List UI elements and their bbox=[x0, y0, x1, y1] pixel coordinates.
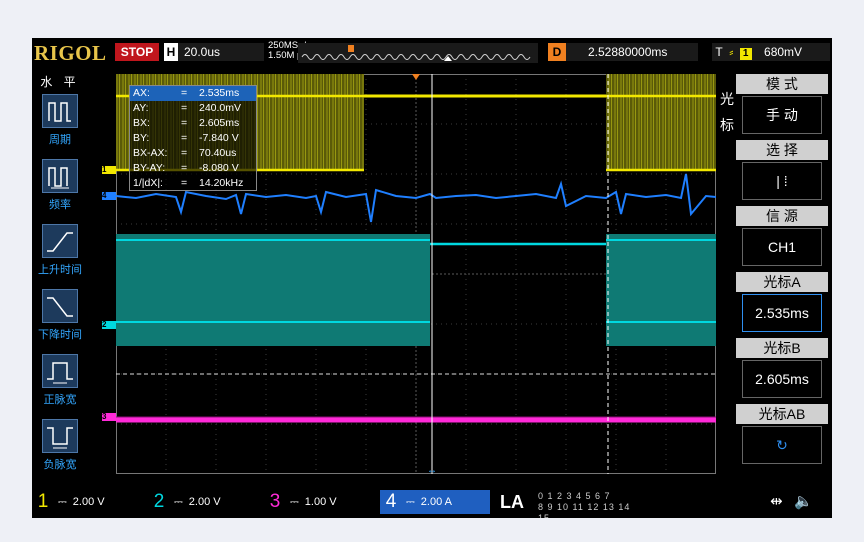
delay-box[interactable]: D 2.52880000ms bbox=[548, 43, 698, 61]
menu-select-value[interactable]: | ⁞ bbox=[742, 162, 822, 200]
channel-status-bar: 1 ⎓ 2.00 V 2 ⎓ 2.00 V 3 ⎓ 1.00 V 4 ⎓ 2.00 A LA 0… bbox=[32, 488, 832, 518]
ch4-status[interactable]: 4 ⎓ 2.00 A bbox=[380, 490, 490, 514]
menu-cursor-a[interactable]: 光标A 2.535ms bbox=[736, 272, 828, 332]
ch2-status[interactable]: 2 ⎓ 2.00 V bbox=[148, 490, 260, 514]
multipurpose-knob-icon: ↻ bbox=[776, 437, 788, 453]
trigger-level: 680mV bbox=[764, 45, 803, 59]
delay-value: 2.52880000ms bbox=[588, 45, 668, 59]
timebase-label: H bbox=[164, 43, 178, 61]
right-menu: 模 式 手 动 选 择 | ⁞ 信 源 CH1 光标A 2.535ms 光标B … bbox=[734, 74, 830, 474]
menu-select-header: 选 择 bbox=[736, 140, 828, 160]
menu-item-label: 下降时间 bbox=[38, 329, 82, 341]
menu-item-fall-time[interactable]: 下降时间 bbox=[32, 289, 88, 342]
ch3-status[interactable]: 3 ⎓ 1.00 V bbox=[264, 490, 376, 514]
menu-mode-value[interactable]: 手 动 bbox=[742, 96, 822, 134]
readout-row: BY-AY: = -8.080 V bbox=[133, 162, 239, 174]
menu-item-label: 负脉宽 bbox=[43, 459, 77, 471]
menu-cursor-ab[interactable]: 光标AB ↻ bbox=[736, 404, 828, 464]
menu-item-positive-width[interactable]: 正脉宽 bbox=[32, 354, 88, 407]
readout-row: BY: = -7.840 V bbox=[133, 132, 239, 144]
trigger-source: 1 bbox=[739, 48, 752, 60]
menu-item-label: 上升时间 bbox=[38, 264, 82, 276]
timebase-value: 20.0us bbox=[184, 45, 221, 59]
left-menu: 水 平 周期 频率 上升时间 下降时间 正脉宽 负脉宽 bbox=[32, 70, 88, 480]
frequency-icon bbox=[42, 159, 78, 193]
cursor-readout-panel: AX: = 2.535ms AY: = 240.0mV BX: = 2.605ms BY: =… bbox=[129, 85, 257, 191]
trigger-label: T bbox=[715, 45, 723, 59]
menu-item-frequency[interactable]: 频率 bbox=[32, 159, 88, 212]
rising-edge-icon: ⸗ bbox=[729, 45, 734, 59]
menu-source[interactable]: 信 源 CH1 bbox=[736, 206, 828, 266]
ch2-offset-marker[interactable]: 2 bbox=[102, 321, 116, 329]
menu-item-negative-width[interactable]: 负脉宽 bbox=[32, 419, 88, 472]
menu-source-header: 信 源 bbox=[736, 206, 828, 226]
oscilloscope-frame: RIGOL STOP H 20.0us 250MSa/s 1.50M pts D2… bbox=[32, 38, 832, 518]
ch3-waveform bbox=[116, 416, 716, 423]
la-bits: 0 1 2 3 4 5 6 7 8 9 10 11 12 13 14 15 bbox=[538, 491, 631, 518]
menu-cursor-a-value[interactable]: 2.535ms bbox=[742, 294, 822, 332]
readout-row: AX: = 2.535ms bbox=[130, 86, 256, 101]
readout-row: AY: = 240.0mV bbox=[133, 102, 242, 114]
positive-pulse-icon bbox=[42, 354, 78, 388]
fall-time-icon bbox=[42, 289, 78, 323]
speaker-mute-icon[interactable]: 🔈 bbox=[794, 492, 813, 510]
readout-row: BX: = 2.605ms bbox=[133, 117, 240, 129]
memory-overview-strip[interactable] bbox=[298, 43, 538, 63]
readout-row: BX-AX: = 70.40us bbox=[133, 147, 237, 159]
menu-item-label: 频率 bbox=[49, 199, 71, 211]
menu-cursor-ab-header: 光标AB bbox=[736, 404, 828, 424]
negative-pulse-icon bbox=[42, 419, 78, 453]
menu-cursor-b-header: 光标B bbox=[736, 338, 828, 358]
ch2-waveform bbox=[116, 234, 716, 346]
run-stop-status[interactable]: STOP bbox=[115, 43, 159, 61]
rise-time-icon bbox=[42, 224, 78, 258]
brand-logo: RIGOL bbox=[34, 41, 107, 65]
trigger-box[interactable]: T ⸗ 1 680mV bbox=[712, 43, 830, 61]
timebase-box[interactable]: H 20.0us bbox=[164, 43, 264, 61]
menu-mode-header: 模 式 bbox=[736, 74, 828, 94]
ch1-status[interactable]: 1 ⎓ 2.00 V bbox=[32, 490, 144, 514]
memory-waveform-icon bbox=[301, 45, 531, 61]
period-icon bbox=[42, 94, 78, 128]
la-label[interactable]: LA bbox=[500, 490, 530, 514]
menu-mode[interactable]: 模 式 手 动 bbox=[736, 74, 828, 134]
menu-item-label: 正脉宽 bbox=[43, 394, 77, 406]
left-menu-title: 水 平 bbox=[40, 75, 80, 89]
cursor-menu-side-title: 光 标 bbox=[720, 91, 734, 133]
menu-cursor-a-header: 光标A bbox=[736, 272, 828, 292]
menu-source-value[interactable]: CH1 bbox=[742, 228, 822, 266]
ch4-offset-marker[interactable]: 4 bbox=[102, 192, 116, 200]
menu-item-period[interactable]: 周期 bbox=[32, 94, 88, 147]
ch3-offset-marker[interactable]: 3 bbox=[102, 413, 116, 421]
usb-icon: ⇹ bbox=[770, 493, 783, 510]
readout-row: 1/|dX|: = 14.20kHz bbox=[133, 177, 244, 189]
delay-label: D bbox=[548, 43, 566, 61]
svg-text:↔: ↔ bbox=[427, 465, 437, 474]
menu-select[interactable]: 选 择 | ⁞ bbox=[736, 140, 828, 200]
menu-cursor-ab-value[interactable]: ↻ bbox=[742, 426, 822, 464]
ch1-offset-marker[interactable]: 1 bbox=[102, 166, 116, 174]
menu-cursor-b[interactable]: 光标B 2.605ms bbox=[736, 338, 828, 398]
menu-item-label: 周期 bbox=[49, 134, 71, 146]
menu-cursor-b-value[interactable]: 2.605ms bbox=[742, 360, 822, 398]
menu-item-rise-time[interactable]: 上升时间 bbox=[32, 224, 88, 277]
